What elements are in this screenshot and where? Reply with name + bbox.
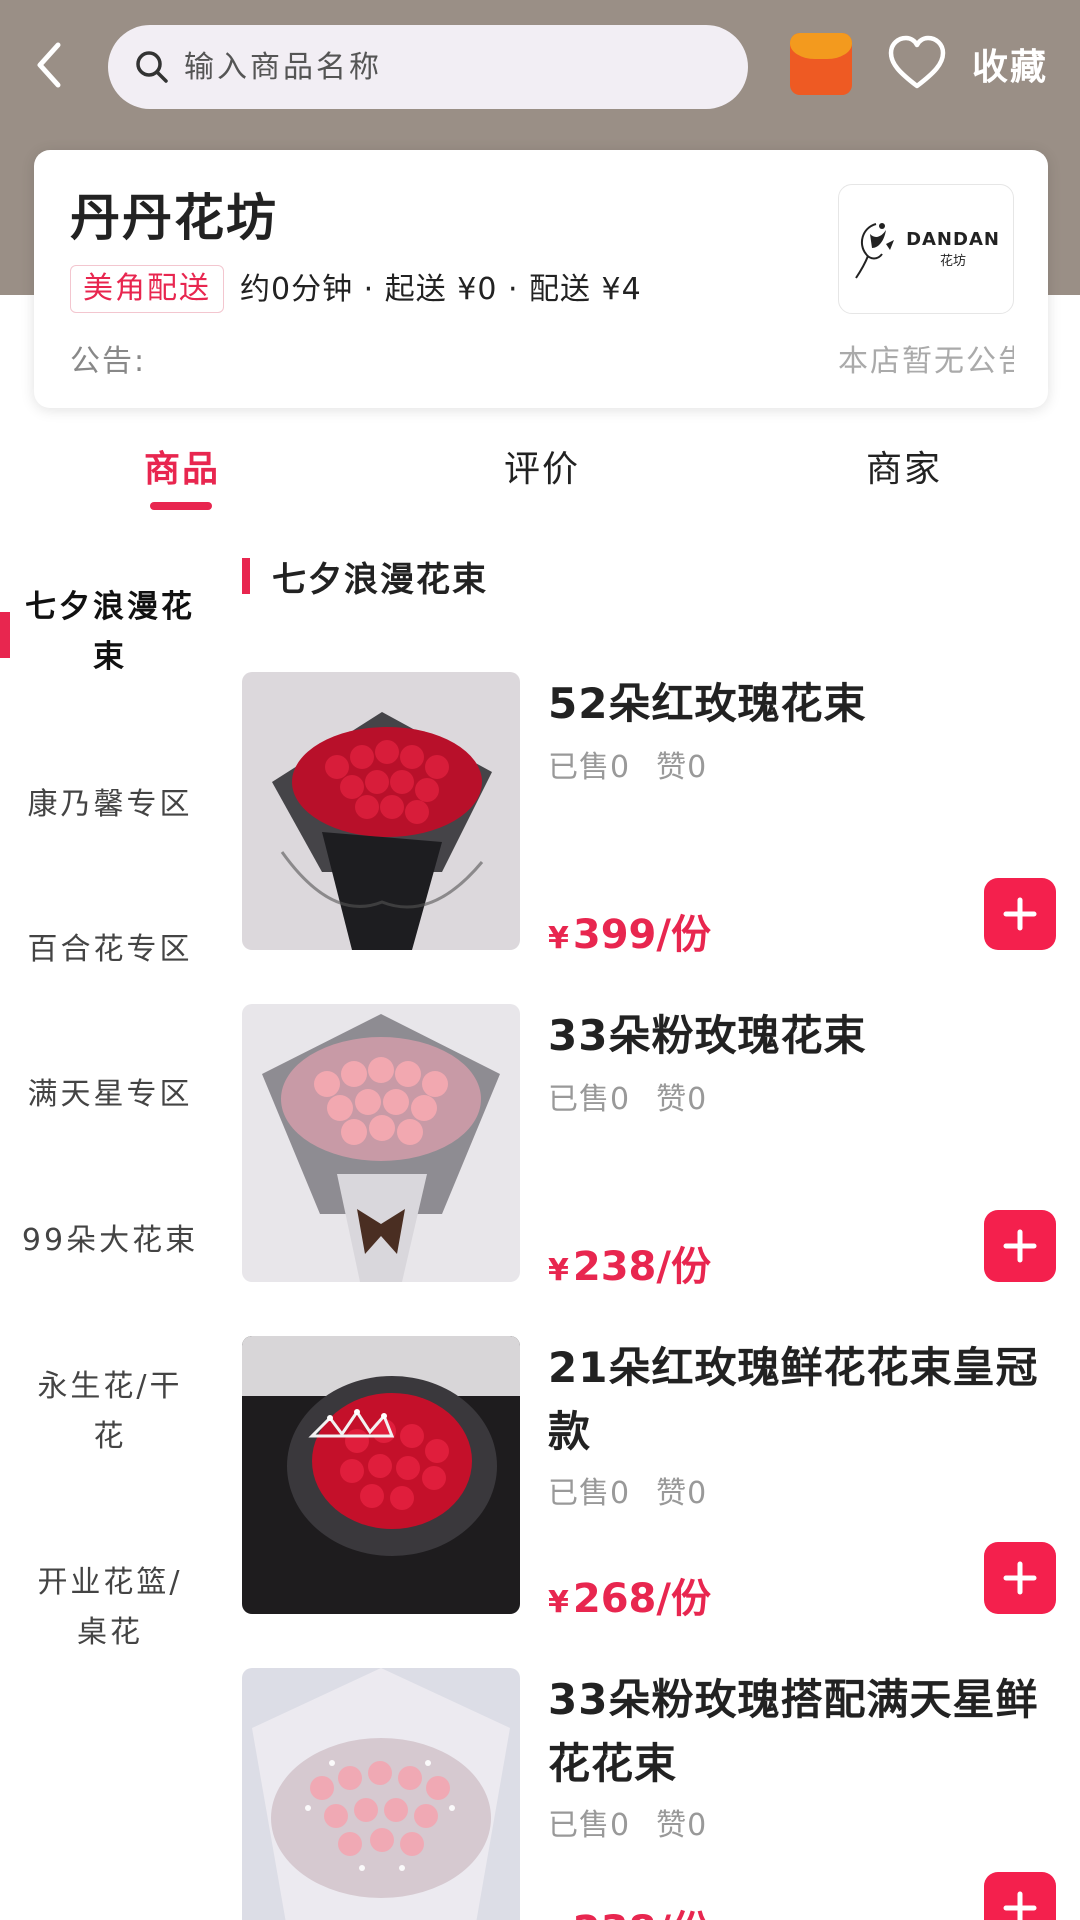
favorite-label[interactable]: 收藏 bbox=[972, 38, 1048, 90]
heart-icon[interactable] bbox=[886, 32, 948, 94]
red-rose-bouquet-image bbox=[242, 672, 520, 950]
plus-icon bbox=[1003, 1229, 1037, 1263]
shop-logo[interactable]: DANDAN 花坊 bbox=[838, 184, 1014, 314]
sold-count: 已售0 bbox=[548, 1476, 631, 1511]
like-count: 赞0 bbox=[656, 1082, 708, 1117]
category-item-babys-breath[interactable]: 满天星专区 bbox=[0, 1070, 220, 1120]
tab-products[interactable]: 商品 bbox=[144, 440, 220, 492]
delivery-badge: 美角配送 bbox=[70, 265, 224, 313]
add-to-cart-button[interactable] bbox=[984, 1872, 1056, 1920]
product-name: 21朵红玫瑰鲜花花束皇冠款 bbox=[548, 1343, 1039, 1456]
tab-reviews[interactable]: 评价 bbox=[504, 440, 580, 492]
price-value: 399/份 bbox=[572, 912, 711, 958]
plus-icon bbox=[1003, 1891, 1037, 1920]
top-bar: 收藏 bbox=[0, 0, 1080, 130]
category-item-lily[interactable]: 百合花专区 bbox=[0, 925, 220, 975]
shop-name: 丹丹花坊 bbox=[70, 189, 278, 247]
back-button[interactable] bbox=[34, 35, 78, 95]
fairy-logo-icon bbox=[855, 223, 895, 279]
currency-symbol: ¥ bbox=[548, 1585, 569, 1620]
logo-brand: DANDAN bbox=[906, 229, 1000, 250]
tab-merchant[interactable]: 商家 bbox=[866, 440, 942, 492]
crown-rose-bouquet-image bbox=[242, 1336, 520, 1614]
product-name: 33朵粉玫瑰搭配满天星鲜花花束 bbox=[548, 1675, 1039, 1788]
like-count: 赞0 bbox=[656, 1808, 708, 1843]
search-icon bbox=[136, 51, 168, 83]
add-to-cart-button[interactable] bbox=[984, 1542, 1056, 1614]
sold-count: 已售0 bbox=[548, 1808, 631, 1843]
notice-label: 公告: bbox=[70, 344, 147, 379]
category-item-99-roses[interactable]: 99朵大花束 bbox=[0, 1216, 220, 1266]
sold-count: 已售0 bbox=[548, 1082, 631, 1117]
product-image[interactable] bbox=[242, 1668, 520, 1920]
product-price: ¥399/份 bbox=[548, 902, 711, 960]
product-price: ¥268/份 bbox=[548, 1566, 711, 1624]
product-stats: 已售0 赞0 bbox=[548, 1468, 707, 1512]
logo-subtitle: 花坊 bbox=[939, 254, 966, 269]
product-card[interactable]: 52朵红玫瑰花束 已售0 赞0 ¥399/份 bbox=[242, 672, 1062, 958]
category-item-preserved[interactable]: 永生花/干花 bbox=[0, 1362, 220, 1462]
tab-active-indicator bbox=[150, 502, 212, 510]
red-packet-icon[interactable] bbox=[790, 33, 852, 95]
notice-text: 本店暂无公告 bbox=[838, 344, 1014, 379]
product-image[interactable] bbox=[242, 672, 520, 950]
category-item-carnation[interactable]: 康乃馨专区 bbox=[0, 780, 220, 830]
price-value: 238/份 bbox=[572, 1244, 711, 1290]
product-name: 52朵红玫瑰花束 bbox=[548, 679, 867, 728]
back-arrow-icon bbox=[37, 42, 61, 88]
plus-icon bbox=[1003, 1561, 1037, 1595]
add-to-cart-button[interactable] bbox=[984, 878, 1056, 950]
price-value: 268/份 bbox=[572, 1576, 711, 1622]
product-image[interactable] bbox=[242, 1004, 520, 1282]
search-box[interactable] bbox=[108, 25, 748, 109]
plus-icon bbox=[1003, 897, 1037, 931]
delivery-info: 约0分钟 · 起送 ¥0 · 配送 ¥4 bbox=[240, 272, 642, 307]
product-card[interactable]: 33朵粉玫瑰搭配满天星鲜花花束 已售0 赞0 ¥238/份 bbox=[242, 1668, 1062, 1920]
product-image[interactable] bbox=[242, 1336, 520, 1614]
logo-text: DANDAN 花坊 bbox=[906, 229, 1000, 269]
sold-count: 已售0 bbox=[548, 750, 631, 785]
product-card[interactable]: 21朵红玫瑰鲜花花束皇冠款 已售0 赞0 ¥268/份 bbox=[242, 1336, 1062, 1622]
section-marker bbox=[242, 558, 250, 594]
pink-rose-bouquet-image bbox=[242, 1004, 520, 1282]
product-card[interactable]: 33朵粉玫瑰花束 已售0 赞0 ¥238/份 bbox=[242, 1004, 1062, 1290]
section-title: 七夕浪漫花束 bbox=[272, 560, 488, 600]
product-stats: 已售0 赞0 bbox=[548, 1800, 707, 1844]
product-price: ¥238/份 bbox=[548, 1234, 711, 1292]
shop-info-card: 丹丹花坊 美角配送 约0分钟 · 起送 ¥0 · 配送 ¥4 公告: 本店暂无公… bbox=[34, 150, 1048, 408]
pink-rose-babys-breath-image bbox=[242, 1668, 520, 1920]
currency-symbol: ¥ bbox=[548, 921, 569, 956]
product-stats: 已售0 赞0 bbox=[548, 1074, 707, 1118]
price-value: 238/份 bbox=[573, 1908, 711, 1920]
product-price: ¥238/份 bbox=[548, 1898, 711, 1920]
currency-symbol: ¥ bbox=[548, 1253, 569, 1288]
like-count: 赞0 bbox=[656, 750, 708, 785]
red-packet-flap bbox=[790, 33, 852, 59]
add-to-cart-button[interactable] bbox=[984, 1210, 1056, 1282]
product-name: 33朵粉玫瑰花束 bbox=[548, 1011, 867, 1060]
product-stats: 已售0 赞0 bbox=[548, 742, 707, 786]
like-count: 赞0 bbox=[656, 1476, 708, 1511]
search-input[interactable] bbox=[184, 49, 704, 85]
category-item-opening-basket[interactable]: 开业花篮/桌花 bbox=[0, 1558, 220, 1658]
category-item-qixi[interactable]: 七夕浪漫花束 bbox=[0, 582, 220, 682]
